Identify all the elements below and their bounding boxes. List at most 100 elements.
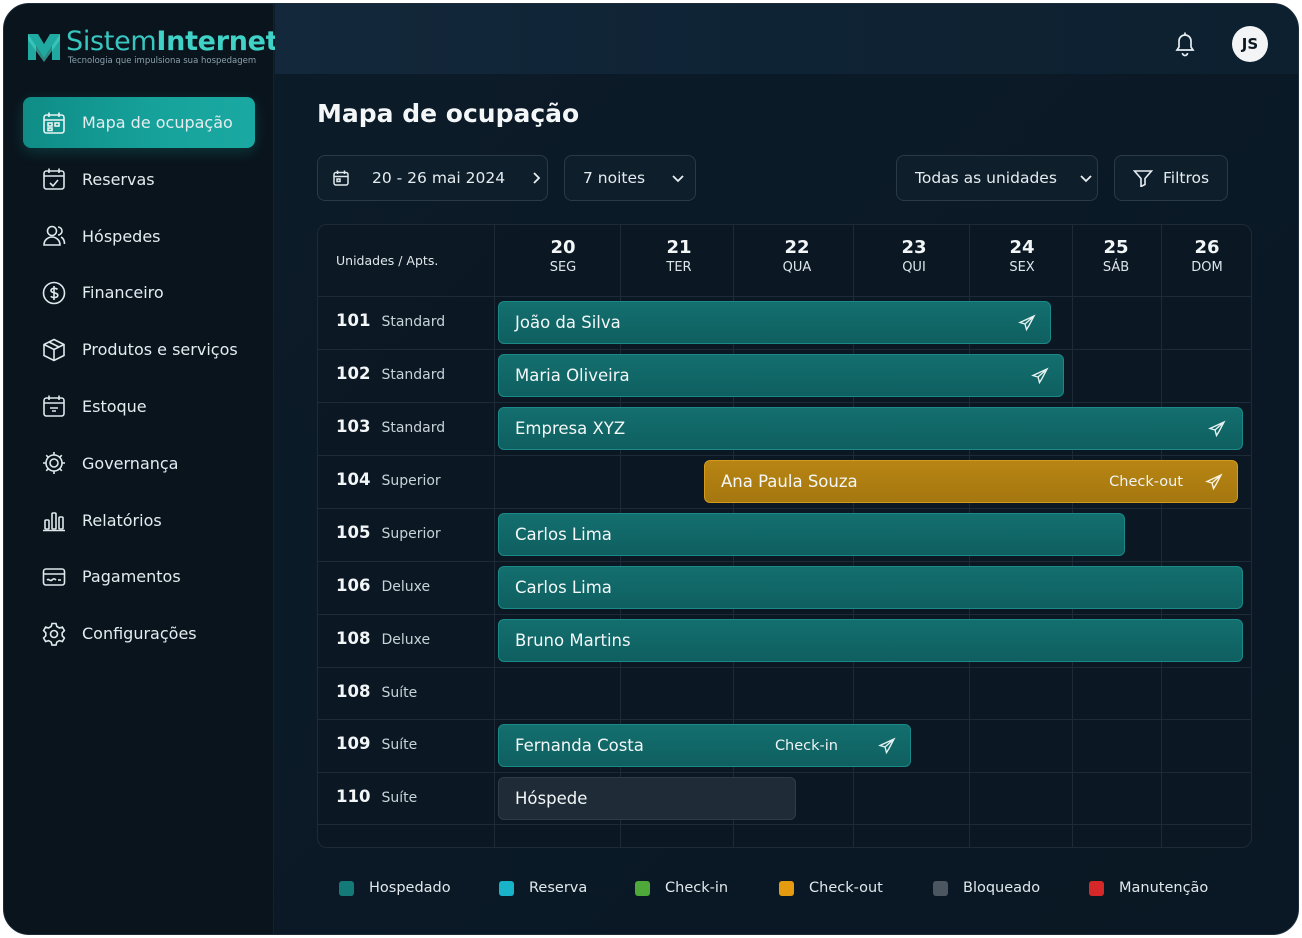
unit-label[interactable]: 108 Deluxe [336,629,430,651]
unit-type: Suíte [381,737,418,753]
legend-item: Reserva [499,880,587,896]
booking-status: Check-out [1109,473,1183,490]
sidebar-item-label: Configurações [82,624,197,644]
legend-label: Check-out [809,880,883,896]
booking-bar[interactable]: Empresa XYZ [498,407,1243,450]
units-label: Todas as unidades [915,169,1057,187]
booking-status: Check-in [774,737,838,754]
unit-label[interactable]: 105 Superior [336,523,441,545]
inventory-icon [41,393,67,419]
dollar-icon [41,280,67,306]
unit-label[interactable]: 102 Standard [336,364,445,386]
legend-label: Bloqueado [963,880,1041,896]
date-range-picker[interactable]: 20 - 26 mai 2024 [317,155,548,201]
unit-number: 110 [336,787,371,806]
unit-label[interactable]: 106 Deluxe [336,576,430,598]
unit-number: 103 [336,417,371,436]
grid-divider [318,667,1251,668]
nights-label: 7 noites [583,169,646,187]
booking-guest-name: Hóspede [515,789,588,808]
legend-item: Check-in [635,880,728,896]
day-number: 23 [901,237,927,258]
booking-bar[interactable]: Carlos Lima [498,566,1243,609]
booking-bar[interactable]: Bruno Martins [498,619,1243,662]
grid-divider [318,508,1251,509]
booking-bar-blocked[interactable]: Hóspede [498,777,796,820]
unit-number: 108 [336,682,371,701]
grid-divider [318,614,1251,615]
sidebar-item-reservas[interactable]: Reservas [23,154,255,205]
booking-bar[interactable]: João da Silva [498,301,1051,344]
grid-divider [318,561,1251,562]
day-header: 22 QUA [757,237,837,275]
day-header: 24 SEX [982,237,1062,275]
sidebar-item-label: Pagamentos [82,567,181,587]
legend-label: Reserva [529,880,588,896]
sidebar-item-mapa-de-ocupacao[interactable]: Mapa de ocupação [23,97,255,148]
unit-type: Standard [381,367,446,383]
legend-item: Bloqueado [933,880,1040,896]
booking-bar-checkout[interactable]: Ana Paula Souza Check-out [704,460,1238,503]
unit-type: Standard [381,314,446,330]
booking-bar[interactable]: Carlos Lima [498,513,1125,556]
legend-item: Hospedado [339,880,451,896]
unit-label[interactable]: 108 Suíte [336,682,417,704]
filters-button[interactable]: Filtros [1114,155,1228,201]
filter-icon [1133,170,1153,187]
booking-bar[interactable]: Fernanda Costa Check-in [498,724,911,767]
booking-guest-name: Maria Oliveira [515,366,630,385]
avatar[interactable]: JS [1232,26,1268,62]
booking-guest-name: João da Silva [515,313,621,332]
day-header: 25 SÁB [1076,237,1156,275]
day-header: 26 DOM [1167,237,1247,275]
grid-divider [318,402,1251,403]
sidebar-nav: Mapa de ocupação Reservas Hóspedes Finan… [23,97,255,665]
unit-label[interactable]: 109 Suíte [336,734,417,756]
unit-number: 108 [336,629,371,648]
day-weekday: SÁB [1102,260,1130,275]
sidebar-item-pagamentos[interactable]: Pagamentos [23,551,255,602]
booking-bar[interactable]: Maria Oliveira [498,354,1064,397]
booking-guest-name: Fernanda Costa [515,736,644,755]
legend-label: Check-in [665,880,729,896]
sidebar-item-hospedes[interactable]: Hóspedes [23,211,255,262]
unit-type: Standard [381,420,446,436]
settings-gear-icon [41,450,67,476]
unit-type: Deluxe [381,579,431,595]
legend-swatch [499,880,514,896]
sidebar-item-financeiro[interactable]: Financeiro [23,267,255,318]
sidebar-item-label: Mapa de ocupação [82,113,233,132]
bell-icon[interactable] [1172,30,1198,58]
sidebar: SistemInternet Tecnologia que impulsiona… [4,4,279,934]
nights-select[interactable]: 7 noites [564,155,696,201]
top-bar: JS [275,4,1298,74]
sidebar-item-produtos-e-servicos[interactable]: Produtos e serviços [23,324,255,375]
booking-guest-name: Ana Paula Souza [721,472,858,491]
grid-divider [318,719,1251,720]
unit-label[interactable]: 103 Standard [336,417,445,439]
day-weekday: QUA [782,260,812,275]
page-title: Mapa de ocupação [317,99,580,128]
units-select[interactable]: Todas as unidades [896,155,1098,201]
booking-guest-name: Bruno Martins [515,631,631,650]
unit-label[interactable]: 104 Superior [336,470,441,492]
day-weekday: DOM [1191,260,1223,275]
sidebar-item-configuracoes[interactable]: Configurações [23,608,255,659]
sidebar-item-estoque[interactable]: Estoque [23,381,255,432]
unit-label[interactable]: 110 Suíte [336,787,417,809]
unit-number: 106 [336,576,371,595]
day-weekday: TER [666,260,692,275]
sidebar-item-label: Hóspedes [82,226,161,246]
legend-swatch [779,880,794,896]
sidebar-item-governanca[interactable]: Governança [23,438,255,489]
grid-divider [318,349,1251,350]
sidebar-item-relatorios[interactable]: Relatórios [23,495,255,546]
day-weekday: SEG [549,260,577,275]
day-header: 21 TER [639,237,719,275]
unit-number: 105 [336,523,371,542]
unit-label[interactable]: 101 Standard [336,311,445,333]
grid-divider [318,296,1251,297]
booking-guest-name: Carlos Lima [515,578,612,597]
chevron-right-icon[interactable] [529,171,543,185]
brand-logo[interactable]: SistemInternet Tecnologia que impulsiona… [26,26,279,70]
